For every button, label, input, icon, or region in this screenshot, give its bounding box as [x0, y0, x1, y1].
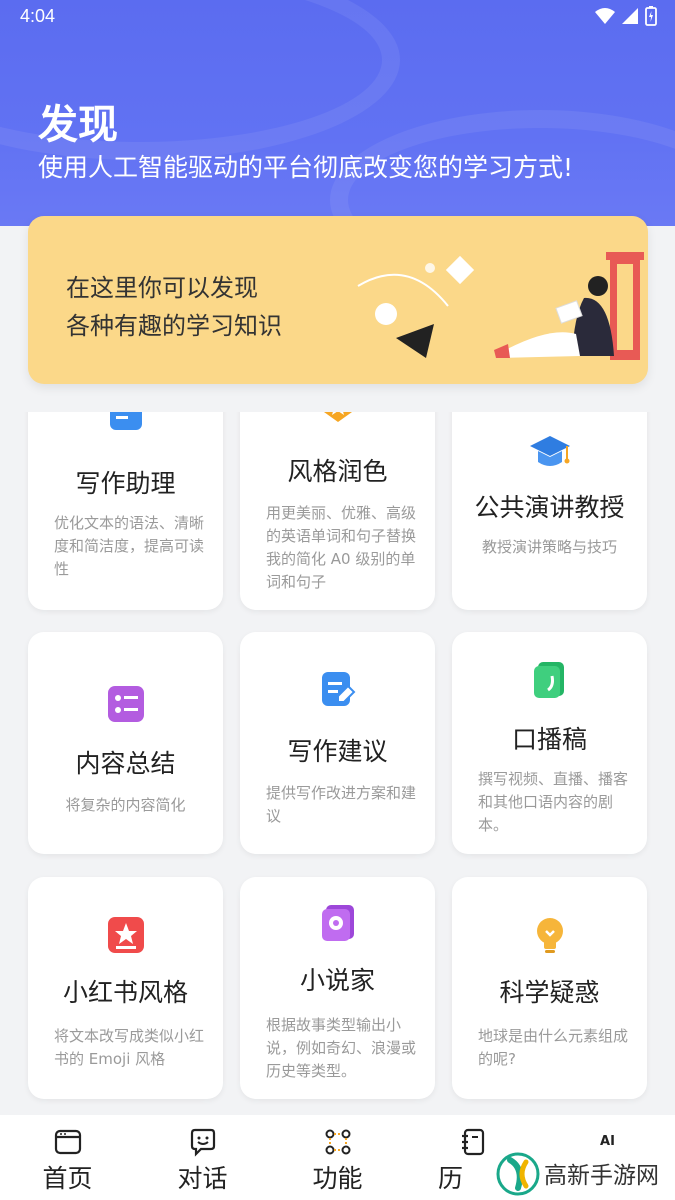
- home-window-icon: [54, 1129, 81, 1155]
- pencil-doc-icon: [109, 412, 142, 430]
- watermark-text: 高新手游网: [544, 1163, 659, 1189]
- card-description: 提供写作改进方案和建议: [266, 784, 417, 825]
- discover-banner[interactable]: 在这里你可以发现 各种有趣的学习知识: [28, 216, 648, 384]
- card-description: 教授演讲策略与技巧: [481, 538, 617, 556]
- card-content-summary[interactable]: 内容总结 将复杂的内容简化: [28, 632, 223, 854]
- watermark-logo-icon: [496, 1152, 540, 1196]
- lightbulb-icon: [536, 918, 563, 953]
- card-xiaohongshu-style[interactable]: 小红书风格 将文本改写成类似小红书的 Emoji 风格: [28, 877, 223, 1099]
- battery-icon: [645, 6, 657, 26]
- checklist-icon: [107, 686, 144, 722]
- card-title: 口播稿: [511, 725, 587, 754]
- tab-chat[interactable]: 对话: [135, 1115, 270, 1200]
- red-star-note-icon: [107, 917, 144, 953]
- banner-text-line2: 各种有趣的学习知识: [66, 312, 282, 340]
- card-writing-assistant[interactable]: 写作助理 优化文本的语法、清晰度和简洁度，提高可读性: [28, 412, 223, 610]
- card-description: 用更美丽、优雅、高级的英语单词和句子替换我的简化 A0 级别的单词和句子: [266, 504, 417, 591]
- card-script[interactable]: 口播稿 撰写视频、直播、播客和其他口语内容的剧本。: [452, 632, 647, 854]
- card-title: 风格润色: [287, 457, 388, 486]
- star-badge-icon: [323, 412, 352, 422]
- card-novelist[interactable]: 小说家 根据故事类型输出小说，例如奇幻、浪漫或历史等类型。: [240, 877, 435, 1099]
- card-title: 小红书风格: [62, 978, 188, 1007]
- reading-person-illustration: [357, 252, 644, 360]
- tab-label: 首页: [42, 1164, 93, 1193]
- signal-icon: [622, 8, 638, 24]
- card-title: 内容总结: [75, 749, 176, 778]
- card-description: 优化文本的语法、清晰度和简洁度，提高可读性: [54, 514, 205, 578]
- status-icons: [595, 6, 657, 26]
- wifi-icon: [595, 8, 615, 24]
- chat-bubble-icon: [190, 1128, 215, 1157]
- card-public-speaking[interactable]: 公共演讲教授 教授演讲策略与技巧: [452, 412, 647, 610]
- card-title: 科学疑惑: [499, 978, 600, 1007]
- edit-document-icon: [321, 672, 355, 706]
- card-title: 公共演讲教授: [474, 493, 625, 522]
- tab-home[interactable]: 首页: [0, 1115, 135, 1200]
- card-description: 将文本改写成类似小红书的 Emoji 风格: [54, 1027, 205, 1068]
- function-nodes-icon: [325, 1129, 350, 1155]
- status-time: 4:04: [20, 6, 56, 26]
- status-bar: 4:04: [0, 0, 675, 36]
- page-subtitle: 使用人工智能驱动的平台彻底改变您的学习方式!: [38, 153, 574, 182]
- watermark: 高新手游网: [494, 1142, 675, 1200]
- header: 4:04 发现 使用人工智能驱动的平台彻底改变您的学习方式!: [0, 0, 675, 226]
- card-style-polish[interactable]: 风格润色 用更美丽、优雅、高级的英语单词和句子替换我的简化 A0 级别的单词和句…: [240, 412, 435, 610]
- card-writing-suggestions[interactable]: 写作建议 提供写作改进方案和建议: [240, 632, 435, 854]
- card-title: 小说家: [299, 966, 375, 995]
- card-science-questions[interactable]: 科学疑惑 地球是由什么元素组成的呢?: [452, 877, 647, 1099]
- card-description: 地球是由什么元素组成的呢?: [478, 1027, 629, 1068]
- script-book-icon: [533, 662, 564, 698]
- graduation-cap-icon: [529, 436, 570, 466]
- card-description: 将复杂的内容简化: [65, 796, 186, 814]
- card-description: 根据故事类型输出小说，例如奇幻、浪漫或历史等类型。: [266, 1016, 417, 1080]
- page-title: 发现: [38, 102, 118, 148]
- card-title: 写作助理: [75, 469, 176, 498]
- flower-book-icon: [321, 905, 354, 941]
- tab-label: 对话: [177, 1164, 228, 1193]
- feature-grid: 写作助理 优化文本的语法、清晰度和简洁度，提高可读性 风格润色 用更美丽、优雅、…: [0, 412, 675, 1115]
- banner-text-line1: 在这里你可以发现: [66, 274, 258, 302]
- card-description: 撰写视频、直播、播客和其他口语内容的剧本。: [478, 770, 629, 834]
- card-title: 写作建议: [287, 737, 388, 766]
- history-book-icon: [461, 1128, 484, 1156]
